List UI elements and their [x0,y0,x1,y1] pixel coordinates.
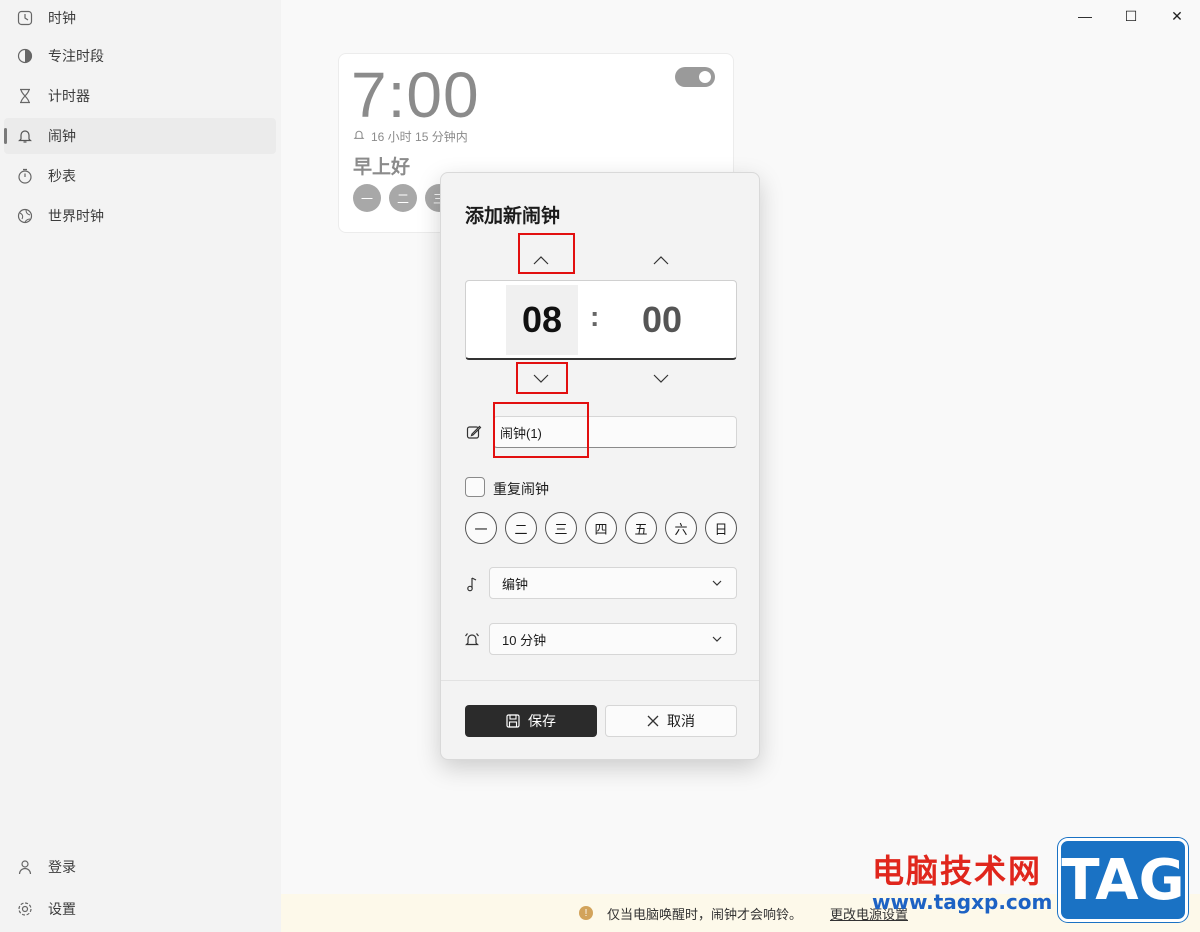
sidebar: 时钟 专注时段 计时器 闹钟 秒表 世界时钟 登录 设置 [0,0,281,932]
sidebar-item-focus[interactable]: 专注时段 [4,38,276,74]
minute-increase-button[interactable] [634,241,688,279]
save-icon [506,714,520,728]
sidebar-item-settings[interactable]: 设置 [4,891,276,927]
dialog-title: 添加新闹钟 [465,206,561,227]
music-note-icon [463,575,481,593]
sidebar-item-alarm[interactable]: 闹钟 [4,118,276,154]
gear-icon [16,900,34,918]
alarm-sound-select[interactable]: 编钟 [489,567,737,599]
login-label: 登录 [48,859,76,875]
time-picker: 08 : 00 [465,280,737,360]
chevron-down-icon [712,636,722,642]
cancel-button[interactable]: 取消 [605,705,737,737]
alarm-day: 二 [389,184,417,212]
close-icon: ✕ [1171,7,1183,24]
sidebar-item-timer[interactable]: 计时器 [4,78,276,114]
save-label: 保存 [528,713,556,729]
alarm-day: 一 [353,184,381,212]
day-toggle-mon[interactable]: 一 [465,512,497,544]
add-alarm-dialog: 添加新闹钟 08 : 00 重复闹钟 一 二 三 四 五 六 日 编钟 [440,172,760,760]
info-message: 仅当电脑唤醒时，闹钟才会响铃。 [606,906,802,922]
hourglass-icon [16,87,34,105]
bell-icon [16,127,34,145]
alarm-time: 7:00 [351,59,480,131]
bell-icon [353,129,365,144]
sidebar-item-label: 闹钟 [48,128,76,144]
highlight-box [518,233,575,274]
close-icon [647,715,659,727]
time-separator: : [590,301,600,332]
maximize-button[interactable]: ☐ [1108,0,1154,32]
sidebar-item-login[interactable]: 登录 [4,849,276,885]
day-toggle-fri[interactable]: 五 [625,512,657,544]
sidebar-item-label: 计时器 [48,88,90,104]
person-icon [16,858,34,876]
snooze-time-value: 10 分钟 [502,632,547,648]
snooze-time-select[interactable]: 10 分钟 [489,623,737,655]
minute-decrease-button[interactable] [634,360,688,398]
clock-icon [16,9,34,27]
sidebar-item-label: 秒表 [48,168,76,184]
chevron-down-icon [653,374,669,383]
alarm-sound-value: 编钟 [502,576,529,592]
highlight-box [493,402,589,458]
alarm-remaining-text: 16 小时 15 分钟内 [371,130,468,144]
watermark-site-name: 电脑技术网 [872,852,1043,890]
maximize-icon: ☐ [1124,7,1138,24]
chevron-down-icon [712,580,722,586]
alarm-name: 早上好 [353,157,411,178]
sidebar-item-label: 世界时钟 [48,208,104,224]
stopwatch-icon [16,167,34,185]
alarm-card-days: 一 二 三 [353,184,453,212]
sidebar-item-label: 时钟 [48,10,76,26]
hour-value[interactable]: 08 [506,285,578,355]
day-toggle-thu[interactable]: 四 [585,512,617,544]
close-window-button[interactable]: ✕ [1154,0,1200,32]
sidebar-item-label: 专注时段 [48,48,104,64]
watermark-logo: TAG [1058,838,1188,922]
minute-value[interactable]: 00 [626,285,698,355]
watermark-url: www.tagxp.com [872,890,1053,914]
snooze-icon [463,631,481,649]
sidebar-item-stopwatch[interactable]: 秒表 [4,158,276,194]
chevron-up-icon [653,256,669,265]
day-toggle-sun[interactable]: 日 [705,512,737,544]
settings-label: 设置 [48,901,76,917]
sidebar-item-clock[interactable]: 时钟 [4,0,276,36]
focus-icon [16,47,34,65]
alarm-toggle[interactable] [675,67,715,87]
repeat-days: 一 二 三 四 五 六 日 [465,512,737,544]
dialog-divider [441,680,759,681]
day-toggle-tue[interactable]: 二 [505,512,537,544]
repeat-alarm-label: 重复闹钟 [493,481,549,497]
sidebar-item-world-clock[interactable]: 世界时钟 [4,198,276,234]
warning-icon: ! [578,906,593,920]
alarm-remaining: 16 小时 15 分钟内 [353,128,468,145]
minimize-icon: — [1078,8,1092,24]
edit-icon [465,423,483,441]
day-toggle-sat[interactable]: 六 [665,512,697,544]
globe-icon [16,207,34,225]
cancel-label: 取消 [667,713,695,729]
highlight-box [516,362,568,394]
save-button[interactable]: 保存 [465,705,597,737]
repeat-alarm-checkbox[interactable] [465,477,485,497]
minimize-button[interactable]: — [1062,0,1108,32]
day-toggle-wed[interactable]: 三 [545,512,577,544]
